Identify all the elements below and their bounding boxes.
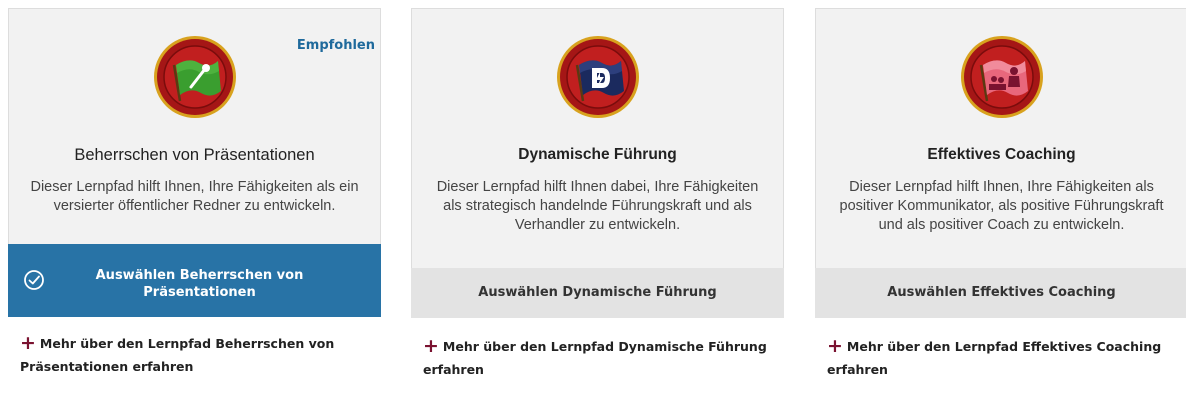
card-description: Dieser Lernpfad hilft Ihnen dabei, Ihre … — [436, 179, 759, 233]
select-presentations-button[interactable]: Auswählen Beherrschen von Präsentationen — [8, 244, 381, 317]
select-button-label: Auswählen Beherrschen von Präsentationen — [95, 268, 304, 300]
learning-path-card-effective-coaching: Effektives Coaching Dieser Lernpfad hilf… — [815, 8, 1186, 397]
recommended-badge: Empfohlen — [296, 38, 375, 53]
card-description: Dieser Lernpfad hilft Ihnen, Ihre Fähigk… — [839, 179, 1164, 233]
more-info-presentations-link[interactable]: + Mehr über den Lernpfad Beherrschen von … — [8, 317, 381, 397]
learning-path-card-presentations: Empfohlen Beherrschen von Präsentationen… — [8, 8, 381, 397]
select-effective-coaching-button[interactable]: Auswählen Effektives Coaching — [815, 268, 1186, 318]
card-description: Dieser Lernpfad hilft Ihnen, Ihre Fähigk… — [30, 179, 359, 214]
pink-flag-speaker-medallion-icon — [960, 35, 1044, 119]
learning-path-selection: Empfohlen Beherrschen von Präsentationen… — [0, 0, 1186, 397]
more-info-label: Mehr über den Lernpfad Effektives Coachi… — [827, 339, 1162, 377]
more-info-label: Mehr über den Lernpfad Dynamische Führun… — [423, 339, 767, 377]
check-circle-icon — [24, 270, 44, 290]
learning-path-card-dynamic-leadership: Dynamische Führung Dieser Lernpfad hilft… — [411, 8, 784, 397]
plus-icon: + — [20, 332, 36, 354]
plus-icon: + — [827, 335, 843, 357]
green-flag-microphone-medallion-icon — [153, 35, 237, 119]
card-title: Beherrschen von Präsentationen — [74, 146, 315, 164]
navy-flag-d-medallion-icon — [556, 35, 640, 119]
card-title: Dynamische Führung — [518, 146, 677, 163]
card-title: Effektives Coaching — [927, 146, 1076, 163]
more-info-dynamic-leadership-link[interactable]: + Mehr über den Lernpfad Dynamische Führu… — [411, 318, 784, 397]
plus-icon: + — [423, 335, 439, 357]
more-info-effective-coaching-link[interactable]: + Mehr über den Lernpfad Effektives Coach… — [815, 318, 1186, 397]
more-info-label: Mehr über den Lernpfad Beherrschen von P… — [20, 336, 335, 374]
select-dynamic-leadership-button[interactable]: Auswählen Dynamische Führung — [411, 268, 784, 318]
